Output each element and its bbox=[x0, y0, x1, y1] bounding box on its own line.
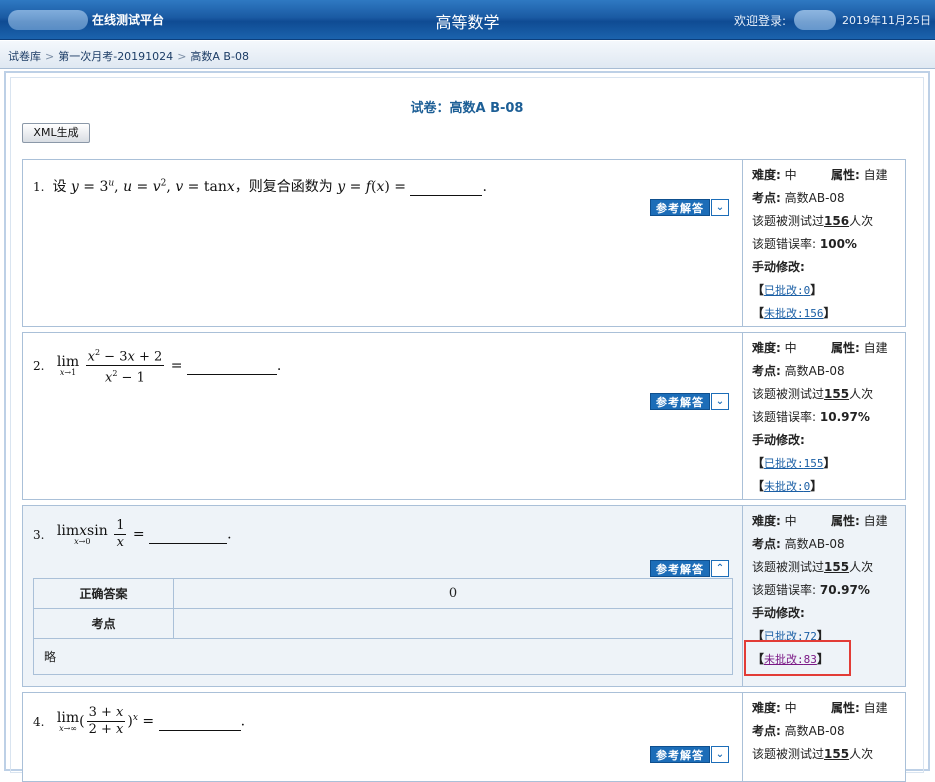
question-stats: 难度: 中属性: 自建 考点: 高数AB-08 该题被测试过156人次 该题错误… bbox=[752, 168, 888, 320]
breadcrumb-separator-icon: > bbox=[177, 50, 187, 63]
question-body: 2. lim x→1 x2 − 3x + 2 x2 − 1 = . 参考解答 ⌄ bbox=[23, 333, 743, 499]
error-rate: 10.97% bbox=[819, 410, 870, 424]
ref-answer-button[interactable]: 参考解答 ⌄ bbox=[650, 746, 730, 763]
chevron-up-icon[interactable]: ⌃ bbox=[711, 560, 729, 577]
question-number: 1. bbox=[33, 180, 45, 194]
question-body: 3. limxsin x→0 1x = . 参考解答 ⌃ 正确答案 0 考点 略 bbox=[23, 506, 743, 686]
breadcrumb-item-library[interactable]: 试卷库 bbox=[8, 50, 41, 63]
welcome-label: 欢迎登录: bbox=[734, 14, 787, 28]
date-label: 2019年11月25日 bbox=[842, 14, 931, 27]
question-card-2: 2. lim x→1 x2 − 3x + 2 x2 − 1 = . 参考解答 ⌄ 难… bbox=[22, 332, 906, 500]
graded-link[interactable]: 已批改:0 bbox=[764, 284, 810, 297]
user-name[interactable] bbox=[794, 10, 836, 30]
chevron-down-icon[interactable]: ⌄ bbox=[711, 199, 729, 216]
ref-answer-button[interactable]: 参考解答 ⌃ bbox=[650, 560, 730, 577]
error-rate: 100% bbox=[819, 237, 857, 251]
ungraded-link[interactable]: 未批改:0 bbox=[764, 480, 810, 493]
topic-label: 考点 bbox=[33, 608, 174, 639]
question-stats: 难度: 中属性: 自建 考点: 高数AB-08 该题被测试过155人次 该题错误… bbox=[752, 341, 888, 493]
topic-detail: 略 bbox=[33, 638, 733, 675]
tested-count: 155 bbox=[824, 560, 850, 574]
question-text: 4. lim x→∞(3 + x2 + x)x = . bbox=[33, 705, 246, 737]
top-header: 在线测试平台 高等数学 欢迎登录: 2019年11月25日 bbox=[0, 0, 935, 40]
exam-title: 试卷：高数A B-08 bbox=[410, 101, 524, 116]
answer-table: 正确答案 0 考点 略 bbox=[33, 578, 733, 675]
question-text: 2. lim x→1 x2 − 3x + 2 x2 − 1 = . bbox=[33, 345, 281, 387]
tested-count: 155 bbox=[824, 387, 850, 401]
breadcrumb-separator-icon: > bbox=[45, 50, 55, 63]
breadcrumb: 试卷库 > 第一次月考-20191024 > 高数A B-08 bbox=[0, 41, 935, 69]
ungraded-link[interactable]: 未批改:156 bbox=[764, 307, 824, 320]
question-number: 3. bbox=[33, 527, 45, 542]
chevron-down-icon[interactable]: ⌄ bbox=[711, 746, 729, 763]
question-body: 1. 设 y = 3u, u = v2, v = tanx，则复合函数为 y = … bbox=[23, 160, 743, 326]
question-card-4: 4. lim x→∞(3 + x2 + x)x = . 参考解答 ⌄ 难度: 中属… bbox=[22, 692, 906, 782]
ref-answer-button[interactable]: 参考解答 ⌄ bbox=[650, 199, 730, 216]
question-text: 3. limxsin x→0 1x = . bbox=[33, 518, 232, 550]
xml-generate-button[interactable]: XML生成 bbox=[22, 123, 90, 143]
graded-link[interactable]: 已批改:155 bbox=[764, 457, 824, 470]
highlight-box bbox=[744, 640, 851, 676]
question-card-1: 1. 设 y = 3u, u = v2, v = tanx，则复合函数为 y = … bbox=[22, 159, 906, 327]
tested-count: 156 bbox=[824, 214, 850, 228]
chevron-down-icon[interactable]: ⌄ bbox=[711, 393, 729, 410]
breadcrumb-item-paper: 高数A B-08 bbox=[190, 50, 249, 63]
answer-label: 正确答案 bbox=[33, 578, 174, 609]
breadcrumb-item-exam[interactable]: 第一次月考-20191024 bbox=[58, 50, 173, 63]
tested-count: 155 bbox=[824, 747, 850, 761]
error-rate: 70.97% bbox=[819, 583, 870, 597]
question-text: 1. 设 y = 3u, u = v2, v = tanx，则复合函数为 y = … bbox=[33, 178, 487, 196]
question-number: 2. bbox=[33, 358, 45, 373]
answer-value: 0 bbox=[173, 578, 733, 609]
question-number: 4. bbox=[33, 714, 45, 729]
ref-answer-button[interactable]: 参考解答 ⌄ bbox=[650, 393, 730, 410]
